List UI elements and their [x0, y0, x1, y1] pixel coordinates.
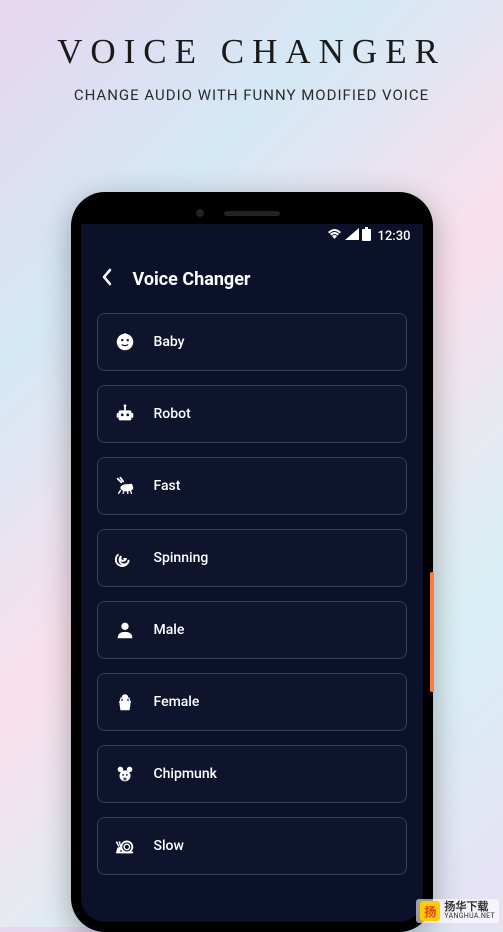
voice-label: Robot: [154, 406, 191, 422]
spiral-icon: [114, 547, 136, 569]
voice-label: Chipmunk: [154, 766, 217, 782]
watermark-url: YANGHUA.NET: [444, 913, 495, 921]
voice-item-female[interactable]: Female: [97, 673, 407, 731]
signal-icon: [345, 228, 359, 244]
voice-label: Spinning: [154, 550, 209, 566]
voice-label: Slow: [154, 838, 184, 854]
voice-item-male[interactable]: Male: [97, 601, 407, 659]
snail-icon: [114, 835, 136, 857]
baby-icon: [114, 331, 136, 353]
voice-item-slow[interactable]: Slow: [97, 817, 407, 875]
female-icon: [114, 691, 136, 713]
phone-frame: 12:30 Voice Changer Baby Robot: [71, 192, 433, 932]
phone-power-button: [430, 572, 434, 692]
rabbit-icon: [114, 475, 136, 497]
phone-screen: 12:30 Voice Changer Baby Robot: [81, 202, 423, 922]
voice-item-robot[interactable]: Robot: [97, 385, 407, 443]
phone-top-bezel: [81, 202, 423, 224]
phone-camera: [196, 209, 204, 217]
voice-item-chipmunk[interactable]: Chipmunk: [97, 745, 407, 803]
battery-icon: [362, 227, 371, 245]
hero-title: VOICE CHANGER: [0, 32, 503, 72]
back-button[interactable]: [95, 266, 119, 293]
app-title: Voice Changer: [133, 269, 251, 290]
watermark: 扬 扬华下载 YANGHUA.NET: [416, 899, 499, 923]
voice-label: Male: [154, 622, 185, 638]
voice-item-baby[interactable]: Baby: [97, 313, 407, 371]
male-icon: [114, 619, 136, 641]
voice-label: Fast: [154, 478, 181, 494]
hero-subtitle: CHANGE AUDIO WITH FUNNY MODIFIED VOICE: [0, 86, 503, 104]
app-header: Voice Changer: [81, 248, 423, 313]
chipmunk-icon: [114, 763, 136, 785]
watermark-name: 扬华下载: [444, 901, 495, 913]
status-time: 12:30: [378, 229, 411, 244]
voice-item-fast[interactable]: Fast: [97, 457, 407, 515]
wifi-icon: [327, 228, 342, 244]
voice-item-spinning[interactable]: Spinning: [97, 529, 407, 587]
voice-label: Female: [154, 694, 200, 710]
voice-label: Baby: [154, 334, 185, 350]
phone-speaker: [224, 211, 280, 216]
voice-list: Baby Robot Fast Spinning: [81, 313, 423, 875]
status-bar: 12:30: [81, 224, 423, 248]
robot-icon: [114, 403, 136, 425]
watermark-logo-icon: 扬: [420, 901, 440, 921]
